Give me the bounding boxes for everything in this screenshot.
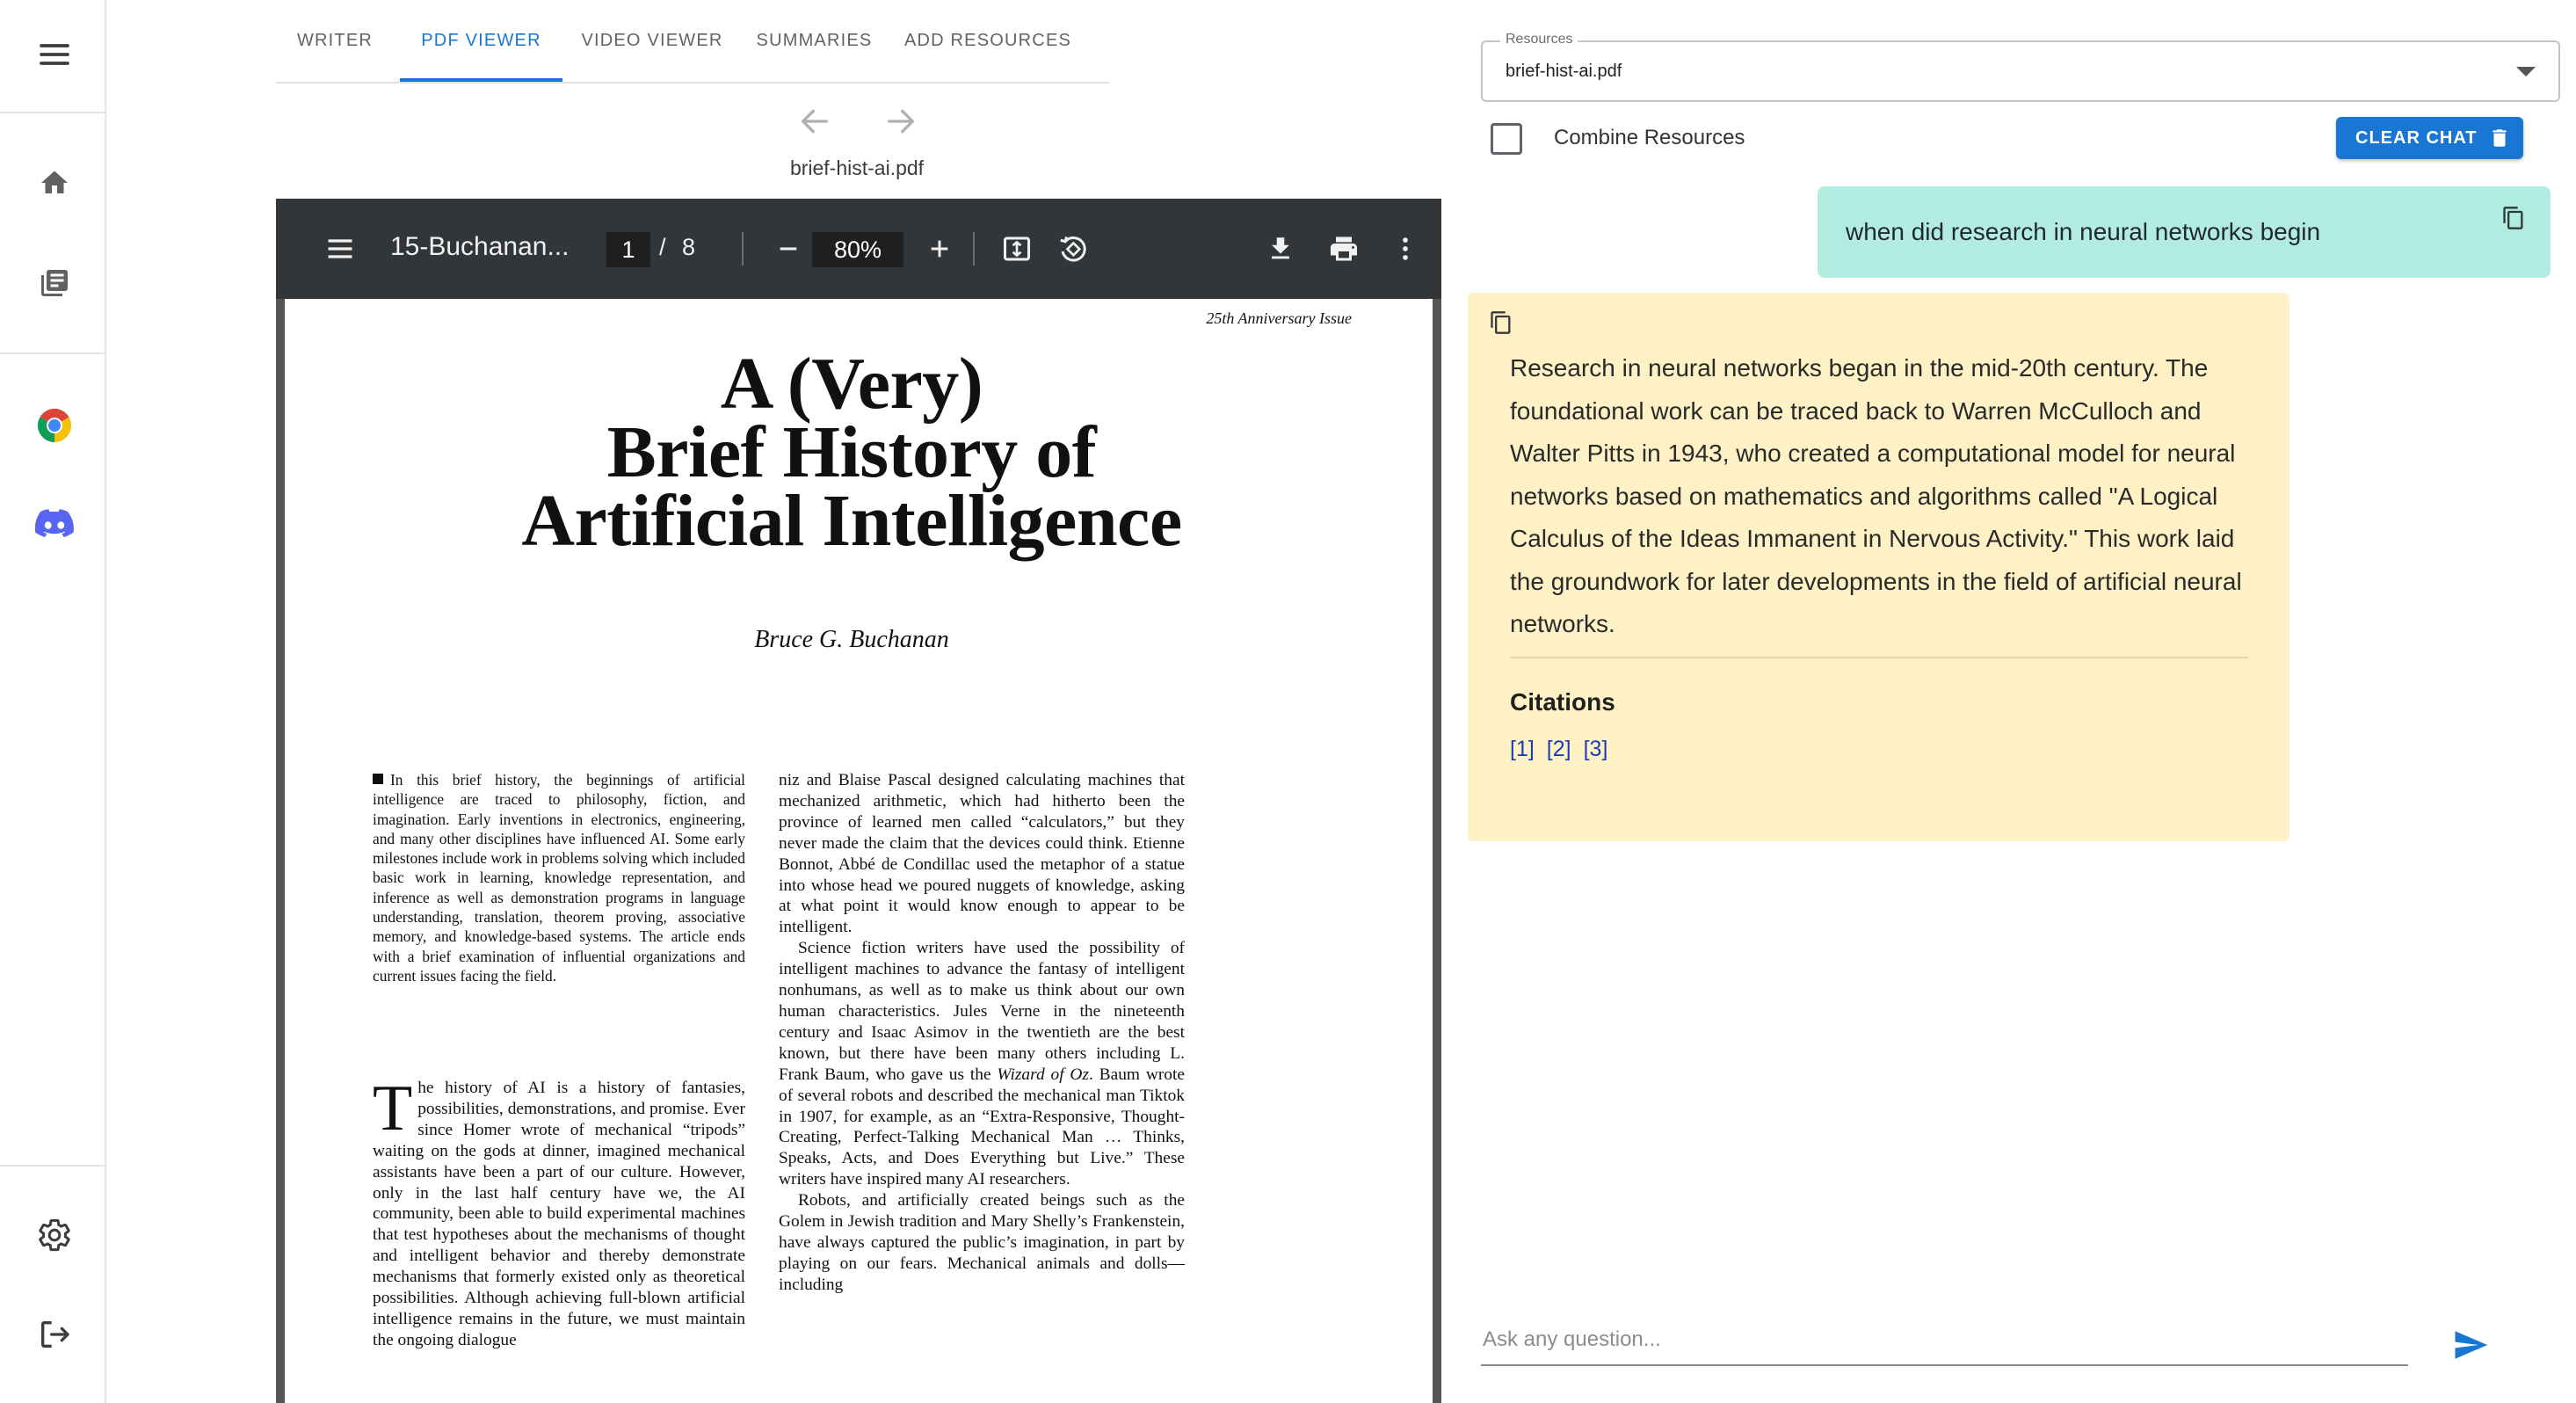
message-divider	[1510, 657, 2248, 658]
previous-page-button[interactable]	[790, 97, 839, 146]
pdf-filename: brief-hist-ai.pdf	[789, 156, 925, 179]
resources-select[interactable]: Resources brief-hist-ai.pdf	[1481, 32, 2560, 102]
download-icon[interactable]	[1257, 225, 1304, 273]
tab-add-resources[interactable]: ADD RESOURCES	[891, 0, 1085, 82]
logout-icon[interactable]	[19, 1299, 90, 1370]
home-icon[interactable]	[19, 148, 90, 218]
bullet-marker	[373, 774, 383, 784]
page-separator: /	[659, 234, 666, 260]
send-icon	[2455, 1331, 2488, 1359]
article-title: A (Very) Brief History of Artificial Int…	[285, 343, 1419, 562]
user-message: when did research in neural networks beg…	[1818, 186, 2551, 278]
zoom-level-input[interactable]: 80%	[812, 232, 903, 267]
assistant-message-text: Research in neural networks began in the…	[1510, 354, 2242, 637]
tab-pdf-viewer[interactable]: PDF VIEWER	[400, 0, 562, 82]
rotate-icon[interactable]	[1049, 225, 1097, 273]
body-paragraph: Robots, and artificially created beings …	[779, 1191, 1185, 1294]
drop-cap: T	[373, 1072, 413, 1145]
article-body-column-1: The history of AI is a history of fantas…	[373, 1072, 745, 1351]
ask-question-input[interactable]	[1481, 1315, 2408, 1366]
pdf-menu-icon[interactable]	[316, 225, 364, 273]
print-icon[interactable]	[1320, 225, 1368, 273]
body-paragraph: niz and Blaise Pascal designed calculati…	[779, 771, 1185, 937]
tab-bar: WRITER PDF VIEWER VIDEO VIEWER SUMMARIES…	[276, 0, 1109, 84]
body-text: he history of AI is a history of fantasi…	[373, 1079, 745, 1349]
toolbar-divider	[973, 232, 975, 265]
issue-label: 25th Anniversary Issue	[1206, 309, 1352, 327]
combine-resources-checkbox[interactable]	[1491, 123, 1522, 155]
toolbar-divider	[742, 232, 744, 265]
citation-link[interactable]: [3]	[1584, 737, 1608, 762]
next-page-button[interactable]	[876, 97, 925, 146]
tab-writer[interactable]: WRITER	[276, 0, 394, 82]
tab-summaries[interactable]: SUMMARIES	[742, 0, 887, 82]
rail-divider	[0, 353, 106, 354]
clear-chat-button[interactable]: CLEAR CHAT	[2336, 117, 2523, 159]
library-icon[interactable]	[19, 248, 90, 318]
article-author: Bruce G. Buchanan	[754, 626, 949, 653]
arrow-right-icon	[888, 109, 914, 134]
dropdown-arrow-icon	[2516, 67, 2536, 76]
copy-icon[interactable]	[1489, 310, 1515, 337]
pdf-doc-title: 15-Buchanan...	[390, 232, 570, 261]
rail-divider	[0, 112, 106, 113]
copy-icon[interactable]	[2501, 206, 2528, 232]
citations-heading: Citations	[1510, 688, 1615, 716]
article-abstract: In this brief history, the beginnings of…	[373, 770, 745, 985]
rail-divider	[0, 1165, 106, 1167]
title-line: A (Very)	[720, 343, 983, 425]
title-line: Brief History of	[606, 411, 1097, 493]
page-total: 8	[682, 234, 696, 260]
more-options-icon[interactable]	[1382, 225, 1429, 273]
send-button[interactable]	[2449, 1323, 2493, 1367]
discord-icon[interactable]	[19, 489, 90, 559]
article-body-column-2: niz and Blaise Pascal designed calculati…	[779, 770, 1185, 1296]
resources-value: brief-hist-ai.pdf	[1506, 62, 1622, 81]
zoom-out-icon[interactable]	[765, 225, 812, 273]
arrow-left-icon	[802, 109, 828, 134]
nav-rail	[0, 0, 106, 1403]
title-line: Artificial Intelligence	[521, 480, 1182, 562]
menu-icon[interactable]	[19, 19, 90, 90]
body-paragraph: Science fiction writers have used the po…	[779, 939, 1185, 1189]
citations-list: [1] [2] [3]	[1510, 737, 1607, 762]
active-tab-indicator	[400, 78, 562, 82]
tab-video-viewer[interactable]: VIDEO VIEWER	[571, 0, 733, 82]
trash-icon	[2492, 129, 2507, 147]
clear-chat-label: CLEAR CHAT	[2355, 127, 2478, 148]
abstract-text: In this brief history, the beginnings of…	[373, 771, 745, 985]
pdf-viewer: 15-Buchanan... 1 / 8 80% 25th Anniversar…	[276, 199, 1441, 1403]
pdf-toolbar: 15-Buchanan... 1 / 8 80%	[276, 199, 1441, 299]
pdf-page: 25th Anniversary Issue A (Very) Brief Hi…	[285, 299, 1433, 1403]
resources-label: Resources	[1500, 32, 1578, 47]
zoom-in-icon[interactable]	[916, 225, 963, 273]
citation-link[interactable]: [2]	[1547, 737, 1571, 762]
assistant-message: Research in neural networks began in the…	[1468, 293, 2289, 841]
chrome-icon[interactable]	[19, 390, 90, 461]
settings-icon[interactable]	[19, 1200, 90, 1270]
citation-link[interactable]: [1]	[1510, 737, 1535, 762]
page-number-input[interactable]: 1	[606, 232, 650, 267]
fit-page-icon[interactable]	[993, 225, 1041, 273]
user-message-text: when did research in neural networks beg…	[1846, 218, 2321, 245]
combine-resources-label: Combine Resources	[1554, 126, 1745, 149]
